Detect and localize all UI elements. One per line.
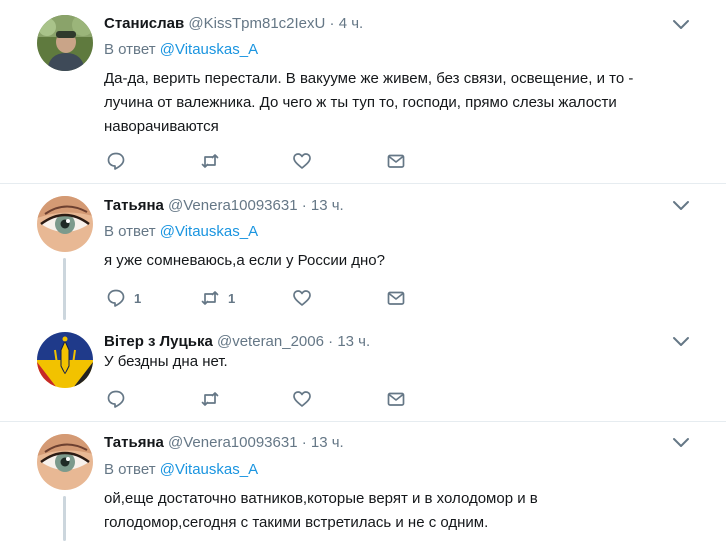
heart-icon	[293, 391, 311, 407]
retweet-button[interactable]	[200, 389, 228, 409]
chevron-down-icon[interactable]	[672, 335, 690, 349]
user-name[interactable]: Вітер з Луцька	[104, 333, 213, 350]
tweet[interactable]: Станислав @KissTpm81c2IexU · 4 ч. В отве…	[0, 0, 726, 183]
direct-message-button[interactable]	[386, 151, 406, 171]
user-name[interactable]: Станислав	[104, 15, 184, 32]
separator-dot: ·	[301, 434, 307, 451]
chevron-down-icon[interactable]	[672, 436, 690, 450]
thread-line	[63, 496, 66, 541]
timestamp[interactable]: 13 ч.	[311, 434, 344, 451]
reply-button[interactable]: 1	[106, 288, 141, 308]
direct-message-button[interactable]	[386, 389, 406, 409]
thread-line	[63, 258, 66, 320]
reply-count: 1	[134, 290, 142, 306]
like-button[interactable]	[292, 151, 312, 171]
tweet-text: У бездны дна нет.	[104, 353, 228, 370]
reply-context: В ответ @Vitauskas_A	[104, 222, 258, 242]
envelope-icon	[387, 392, 405, 406]
tweet-actions	[104, 389, 414, 409]
reply-to-link[interactable]: @Vitauskas_A	[160, 461, 258, 478]
reply-icon	[107, 289, 125, 307]
timestamp[interactable]: 13 ч.	[337, 333, 370, 350]
tweet-actions: 1 1	[104, 288, 414, 308]
user-name[interactable]: Татьяна	[104, 197, 164, 214]
retweet-icon	[201, 392, 219, 406]
tweet-header: Вітер з Луцька @veteran_2006 · 13 ч.	[104, 332, 370, 352]
retweet-button[interactable]: 1	[200, 288, 235, 308]
tweet[interactable]: Татьяна @Venera10093631 · 13 ч. В ответ …	[0, 422, 726, 541]
reply-context: В ответ @Vitauskas_A	[104, 40, 258, 60]
retweet-button[interactable]	[200, 151, 228, 171]
avatar[interactable]	[37, 434, 93, 490]
tweet-header: Татьяна @Venera10093631 · 13 ч.	[104, 433, 344, 453]
reply-button[interactable]	[106, 151, 134, 171]
heart-icon	[293, 153, 311, 169]
tweet-text: я уже сомневаюсь,а если у России дно?	[104, 252, 385, 269]
reply-prefix: В ответ	[104, 461, 160, 478]
envelope-icon	[387, 154, 405, 168]
direct-message-button[interactable]	[386, 288, 406, 308]
heart-icon	[293, 290, 311, 306]
tweet-header: Татьяна @Venera10093631 · 13 ч.	[104, 196, 344, 216]
tweet[interactable]: Вітер з Луцька @veteran_2006 · 13 ч. У б…	[0, 320, 726, 421]
tweet-header: Станислав @KissTpm81c2IexU · 4 ч.	[104, 14, 363, 34]
like-button[interactable]	[292, 389, 312, 409]
user-handle[interactable]: @KissTpm81c2IexU	[188, 15, 325, 32]
reply-context: В ответ @Vitauskas_A	[104, 460, 258, 480]
chevron-down-icon[interactable]	[672, 199, 690, 213]
reply-button[interactable]	[106, 389, 134, 409]
tweet-actions	[104, 151, 414, 171]
chevron-down-icon[interactable]	[672, 18, 690, 32]
retweet-icon	[201, 291, 219, 305]
reply-prefix: В ответ	[104, 223, 160, 240]
tweet-text: Да-да, верить перестали. В вакууме же жи…	[104, 70, 634, 135]
reply-to-link[interactable]: @Vitauskas_A	[160, 223, 258, 240]
like-button[interactable]	[292, 288, 312, 308]
tweet-text: ой,еще достаточно ватников,которые верят…	[104, 490, 538, 531]
envelope-icon	[387, 291, 405, 305]
separator-dot: ·	[328, 333, 334, 350]
retweet-icon	[201, 154, 219, 168]
reply-icon	[107, 390, 125, 408]
avatar[interactable]	[37, 15, 93, 71]
reply-to-link[interactable]: @Vitauskas_A	[160, 41, 258, 58]
separator-dot: ·	[301, 197, 307, 214]
user-handle[interactable]: @veteran_2006	[217, 333, 324, 350]
timestamp[interactable]: 4 ч.	[339, 15, 364, 32]
user-name[interactable]: Татьяна	[104, 434, 164, 451]
user-handle[interactable]: @Venera10093631	[168, 197, 298, 214]
avatar[interactable]	[37, 332, 93, 388]
tweet[interactable]: Татьяна @Venera10093631 · 13 ч. В ответ …	[0, 184, 726, 320]
separator-dot: ·	[329, 15, 335, 32]
timestamp[interactable]: 13 ч.	[311, 197, 344, 214]
reply-prefix: В ответ	[104, 41, 160, 58]
retweet-count: 1	[228, 290, 236, 306]
avatar[interactable]	[37, 196, 93, 252]
user-handle[interactable]: @Venera10093631	[168, 434, 298, 451]
reply-icon	[107, 152, 125, 170]
